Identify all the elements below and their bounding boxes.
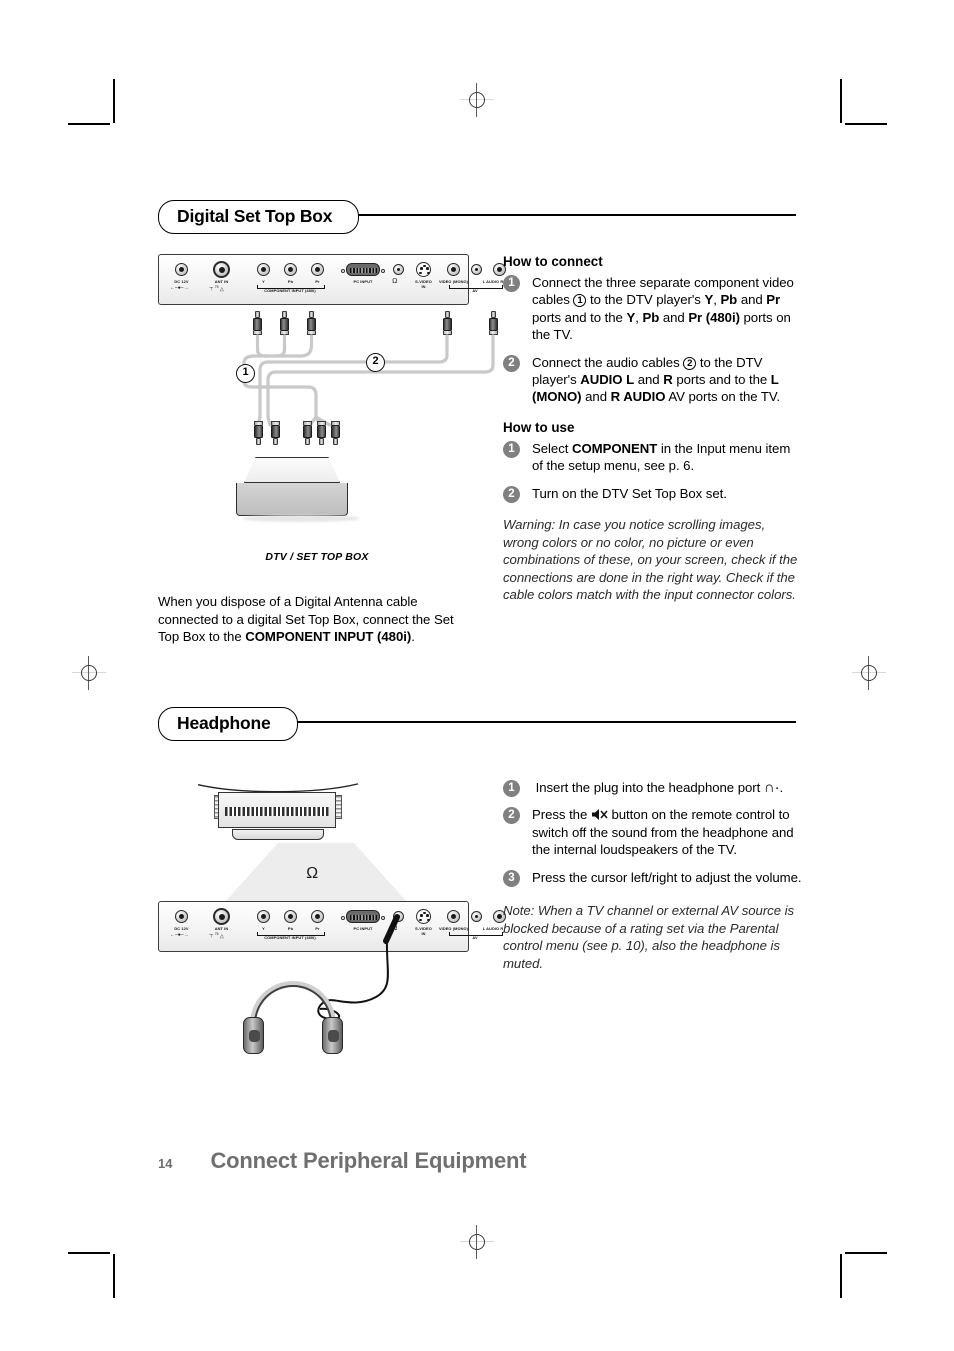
section-headphone: Headphone Ω DC 12V ←–●–→ ANT IN ⊤ 75 △ Y… (158, 707, 802, 1083)
page-footer: 14 Connect Peripheral Equipment (158, 1148, 858, 1174)
registration-mark-top (460, 83, 494, 117)
subheading-how-to-use: How to use (503, 419, 575, 435)
label-component-pr: Pr (315, 279, 320, 284)
step-bullet: 2 (503, 354, 520, 372)
step-item: 3 Press the cursor left/right to adjust … (503, 869, 803, 887)
jack-ant-in (213, 261, 230, 278)
step-text: Connect the three separate component vid… (532, 275, 794, 343)
label-component-input: COMPONENT INPUT (480i) (264, 288, 316, 293)
jack-component-pr (311, 263, 324, 276)
label-av: AV (472, 288, 478, 293)
step-item: 1 Select COMPONENT in the Input menu ite… (503, 440, 803, 475)
page-number: 14 (158, 1156, 173, 1171)
rca-plug-stb-audio-l (254, 421, 263, 445)
registration-mark-bottom (460, 1225, 494, 1259)
crop-mark-bottom-left-v (113, 1254, 115, 1298)
mute-icon (591, 808, 608, 821)
step-bullet: 3 (503, 869, 520, 887)
subheading-how-to-connect: How to connect (503, 254, 603, 269)
step-text: Press the cursor left/right to adjust th… (532, 869, 802, 885)
step-bullet: 2 (503, 485, 520, 503)
rca-plug-stb-audio-r (271, 421, 280, 445)
instructions-digital-set-top-box: How to connect 1 Connect the three separ… (503, 254, 803, 604)
tv-connector-panel: DC 12V ←–●–→ ANT IN ⊤ 75 △ Y Pb Pr COMPO… (158, 254, 506, 305)
diagram-marker-1: 1 (236, 364, 255, 383)
headphone-ear-cup-right (322, 1017, 343, 1054)
footer-title: Connect Peripheral Equipment (210, 1148, 527, 1173)
crop-mark-bottom-left-h (68, 1252, 110, 1254)
step-bullet: 1 (503, 275, 520, 292)
step-text: Select COMPONENT in the Input menu item … (532, 440, 791, 474)
jack-dc-12v (175, 263, 188, 276)
label-pc-input: PC INPUT (353, 279, 373, 284)
warning-text: Warning: In case you notice scrolling im… (503, 517, 798, 603)
label-s-video-line2: IN (421, 284, 426, 289)
crop-mark-top-right-h (845, 123, 887, 125)
step-text: Insert the plug into the headphone port … (532, 779, 784, 796)
section-digital-set-top-box: Digital Set Top Box DC 12V ←–●–→ ANT IN … (158, 200, 797, 684)
step-item: 2 Turn on the DTV Set Top Box set. (503, 485, 803, 503)
registration-mark-left (72, 656, 106, 690)
jack-video-mono (447, 263, 460, 276)
label-ant-in: ANT IN (214, 279, 229, 284)
paragraph-digital-antenna: When you dispose of a Digital Antenna ca… (158, 594, 454, 645)
steps-headphone: 1 Insert the plug into the headphone por… (503, 779, 803, 887)
rca-plug-stb-component-pb (317, 421, 326, 445)
label-component-y: Y (262, 279, 265, 284)
diagram-marker-2: 2 (366, 353, 385, 372)
rca-plug-audio-r-top (489, 311, 498, 335)
jack-component-y (257, 263, 270, 276)
label-video-mono: VIDEO (MONO) (438, 279, 469, 284)
step-bullet: 1 (503, 780, 520, 797)
tv-screen (218, 792, 336, 828)
headphones-illustration (243, 981, 343, 1059)
steps-how-to-connect: 1 Connect the three separate component v… (503, 274, 803, 406)
headphone-icon-panel: Ω (392, 278, 398, 285)
registration-mark-right (852, 656, 886, 690)
crop-mark-bottom-right-v (840, 1254, 842, 1298)
jack-component-pb (284, 263, 297, 276)
jack-s-video-in (416, 262, 431, 277)
step-bullet: 1 (503, 440, 520, 458)
step-text: Turn on the DTV Set Top Box set. (532, 485, 727, 501)
step-text: Press the button on the remote control t… (532, 807, 794, 858)
set-top-box-device (236, 457, 360, 522)
rca-plug-stb-component-pr (331, 421, 340, 445)
crop-mark-top-left-h (68, 123, 110, 125)
step-text: Connect the audio cables 2 to the DTV pl… (532, 354, 781, 405)
step-item: 1 Insert the plug into the headphone por… (503, 779, 803, 797)
diagram-dtv-set-top-box: DC 12V ←–●–→ ANT IN ⊤ 75 △ Y Pb Pr COMPO… (158, 254, 506, 646)
label-dc-12v: DC 12V (174, 279, 189, 284)
step-item: 2 Press the button on the remote control… (503, 806, 803, 858)
step-item: 2 Connect the audio cables 2 to the DTV … (503, 354, 803, 406)
jack-audio-l (471, 264, 482, 275)
steps-how-to-use: 1 Select COMPONENT in the Input menu ite… (503, 440, 803, 503)
jack-headphone (393, 264, 404, 275)
antenna-75-ohm-icon: ⊤ 75 △ (209, 285, 224, 293)
manual-page: Digital Set Top Box DC 12V ←–●–→ ANT IN … (0, 0, 954, 1351)
diagram-caption-dtv-set-top-box: DTV / SET TOP BOX (265, 551, 369, 563)
step-bullet: 2 (503, 807, 520, 825)
crop-mark-top-left-v (113, 79, 115, 123)
section-heading-headphone: Headphone (158, 707, 298, 741)
headphone-port-icon: Ω (306, 865, 319, 882)
note-text: Note: When a TV channel or external AV s… (503, 903, 795, 971)
section-heading-digital-set-top-box: Digital Set Top Box (158, 200, 360, 234)
rca-plug-stb-component-y (303, 421, 312, 445)
crop-mark-bottom-right-h (845, 1252, 887, 1254)
dc-polarity-icon: ←–●–→ (170, 285, 189, 291)
headphone-glyph: ∩· (763, 779, 780, 796)
tv-front-view (196, 783, 360, 843)
jack-pc-input (341, 263, 385, 276)
instructions-headphone: 1 Insert the plug into the headphone por… (503, 779, 803, 972)
crop-mark-top-right-v (840, 79, 842, 123)
label-component-pb: Pb (287, 279, 294, 284)
step-item: 1 Connect the three separate component v… (503, 274, 803, 344)
tv-stand (232, 829, 324, 840)
headphone-ear-cup-left (243, 1017, 264, 1054)
